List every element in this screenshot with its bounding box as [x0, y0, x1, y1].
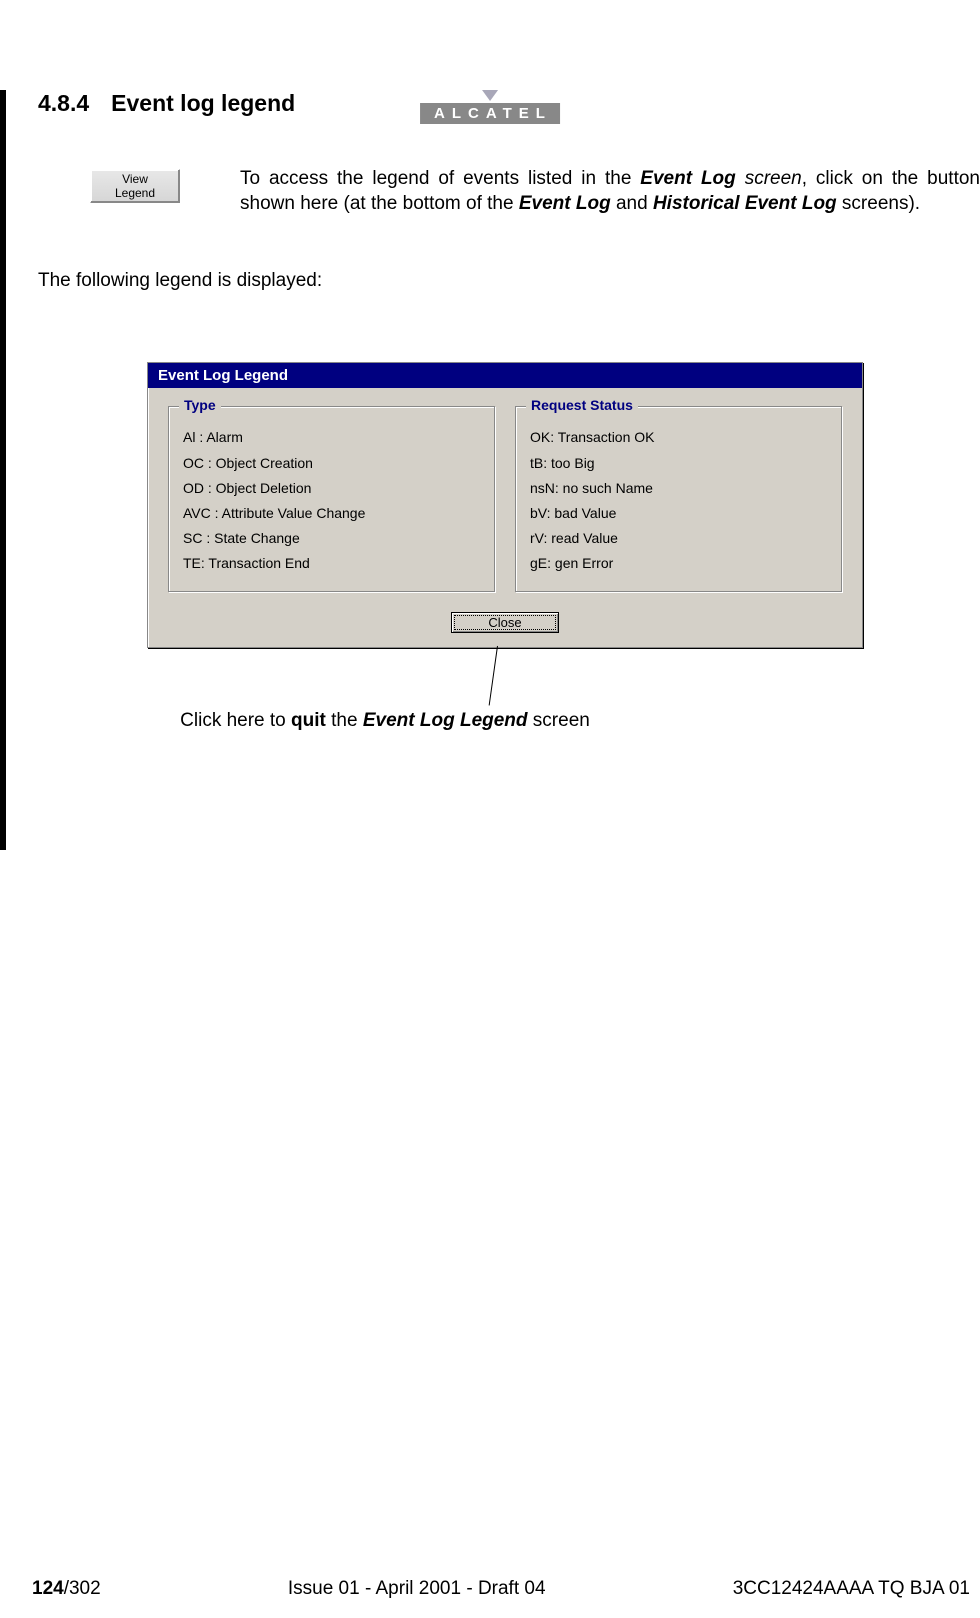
status-groupbox: Request Status OK: Transaction OK tB: to… [515, 406, 842, 591]
legend-item: Al : Alarm [183, 425, 480, 450]
callout-span: Click here to [180, 710, 291, 731]
legend-item: OC : Object Creation [183, 451, 480, 476]
triangle-down-icon [482, 90, 498, 101]
callout-bolditalic: Event Log Legend [363, 710, 528, 731]
legend-item: AVC : Attribute Value Change [183, 501, 480, 526]
intro-text: To access the legend of events listed in… [240, 168, 640, 189]
page-sidebar-mark [0, 90, 6, 850]
footer-center: Issue 01 - April 2001 - Draft 04 [288, 1578, 546, 1600]
dialog-title: Event Log Legend [148, 363, 862, 388]
callout-text: Click here to quit the Event Log Legend … [27, 710, 743, 732]
legend-item: nsN: no such Name [530, 476, 827, 501]
intro-bold: Event Log [519, 193, 611, 214]
following-text: The following legend is displayed: [38, 270, 980, 292]
legend-item: tB: too Big [530, 451, 827, 476]
legend-item: TE: Transaction End [183, 551, 480, 576]
footer-page: 124/302 [32, 1578, 101, 1600]
legend-item: rV: read Value [530, 526, 827, 551]
intro-bold: Historical Event Log [653, 193, 837, 214]
close-button[interactable]: Close [451, 612, 558, 633]
callout-span: the [326, 710, 363, 731]
footer-page-current: 124 [32, 1578, 64, 1599]
brand-header: ALCATEL [420, 90, 560, 124]
legend-item: OK: Transaction OK [530, 425, 827, 450]
callout-line [488, 645, 497, 705]
page-footer: 124/302 Issue 01 - April 2001 - Draft 04… [32, 1578, 980, 1600]
legend-item: OD : Object Deletion [183, 476, 480, 501]
section-title: Event log legend [111, 90, 295, 116]
type-groupbox: Type Al : Alarm OC : Object Creation OD … [168, 406, 495, 591]
type-group-title: Type [179, 397, 221, 413]
brand-logo: ALCATEL [420, 103, 560, 124]
intro-text: and [611, 193, 653, 214]
intro-paragraph: To access the legend of events listed in… [240, 167, 980, 216]
section-number: 4.8.4 [38, 90, 89, 117]
footer-page-total: /302 [64, 1578, 101, 1599]
callout-span: screen [528, 710, 590, 731]
view-legend-button[interactable]: View Legend [90, 169, 180, 203]
event-log-legend-dialog: Event Log Legend Type Al : Alarm OC : Ob… [147, 362, 863, 647]
intro-text: screens). [837, 193, 920, 214]
legend-item: gE: gen Error [530, 551, 827, 576]
intro-italic: screen [736, 168, 802, 189]
intro-bold: Event Log [640, 168, 735, 189]
callout-bold: quit [291, 710, 326, 731]
legend-item: bV: bad Value [530, 501, 827, 526]
footer-right: 3CC12424AAAA TQ BJA 01 [733, 1578, 970, 1600]
legend-item: SC : State Change [183, 526, 480, 551]
status-group-title: Request Status [526, 397, 638, 413]
